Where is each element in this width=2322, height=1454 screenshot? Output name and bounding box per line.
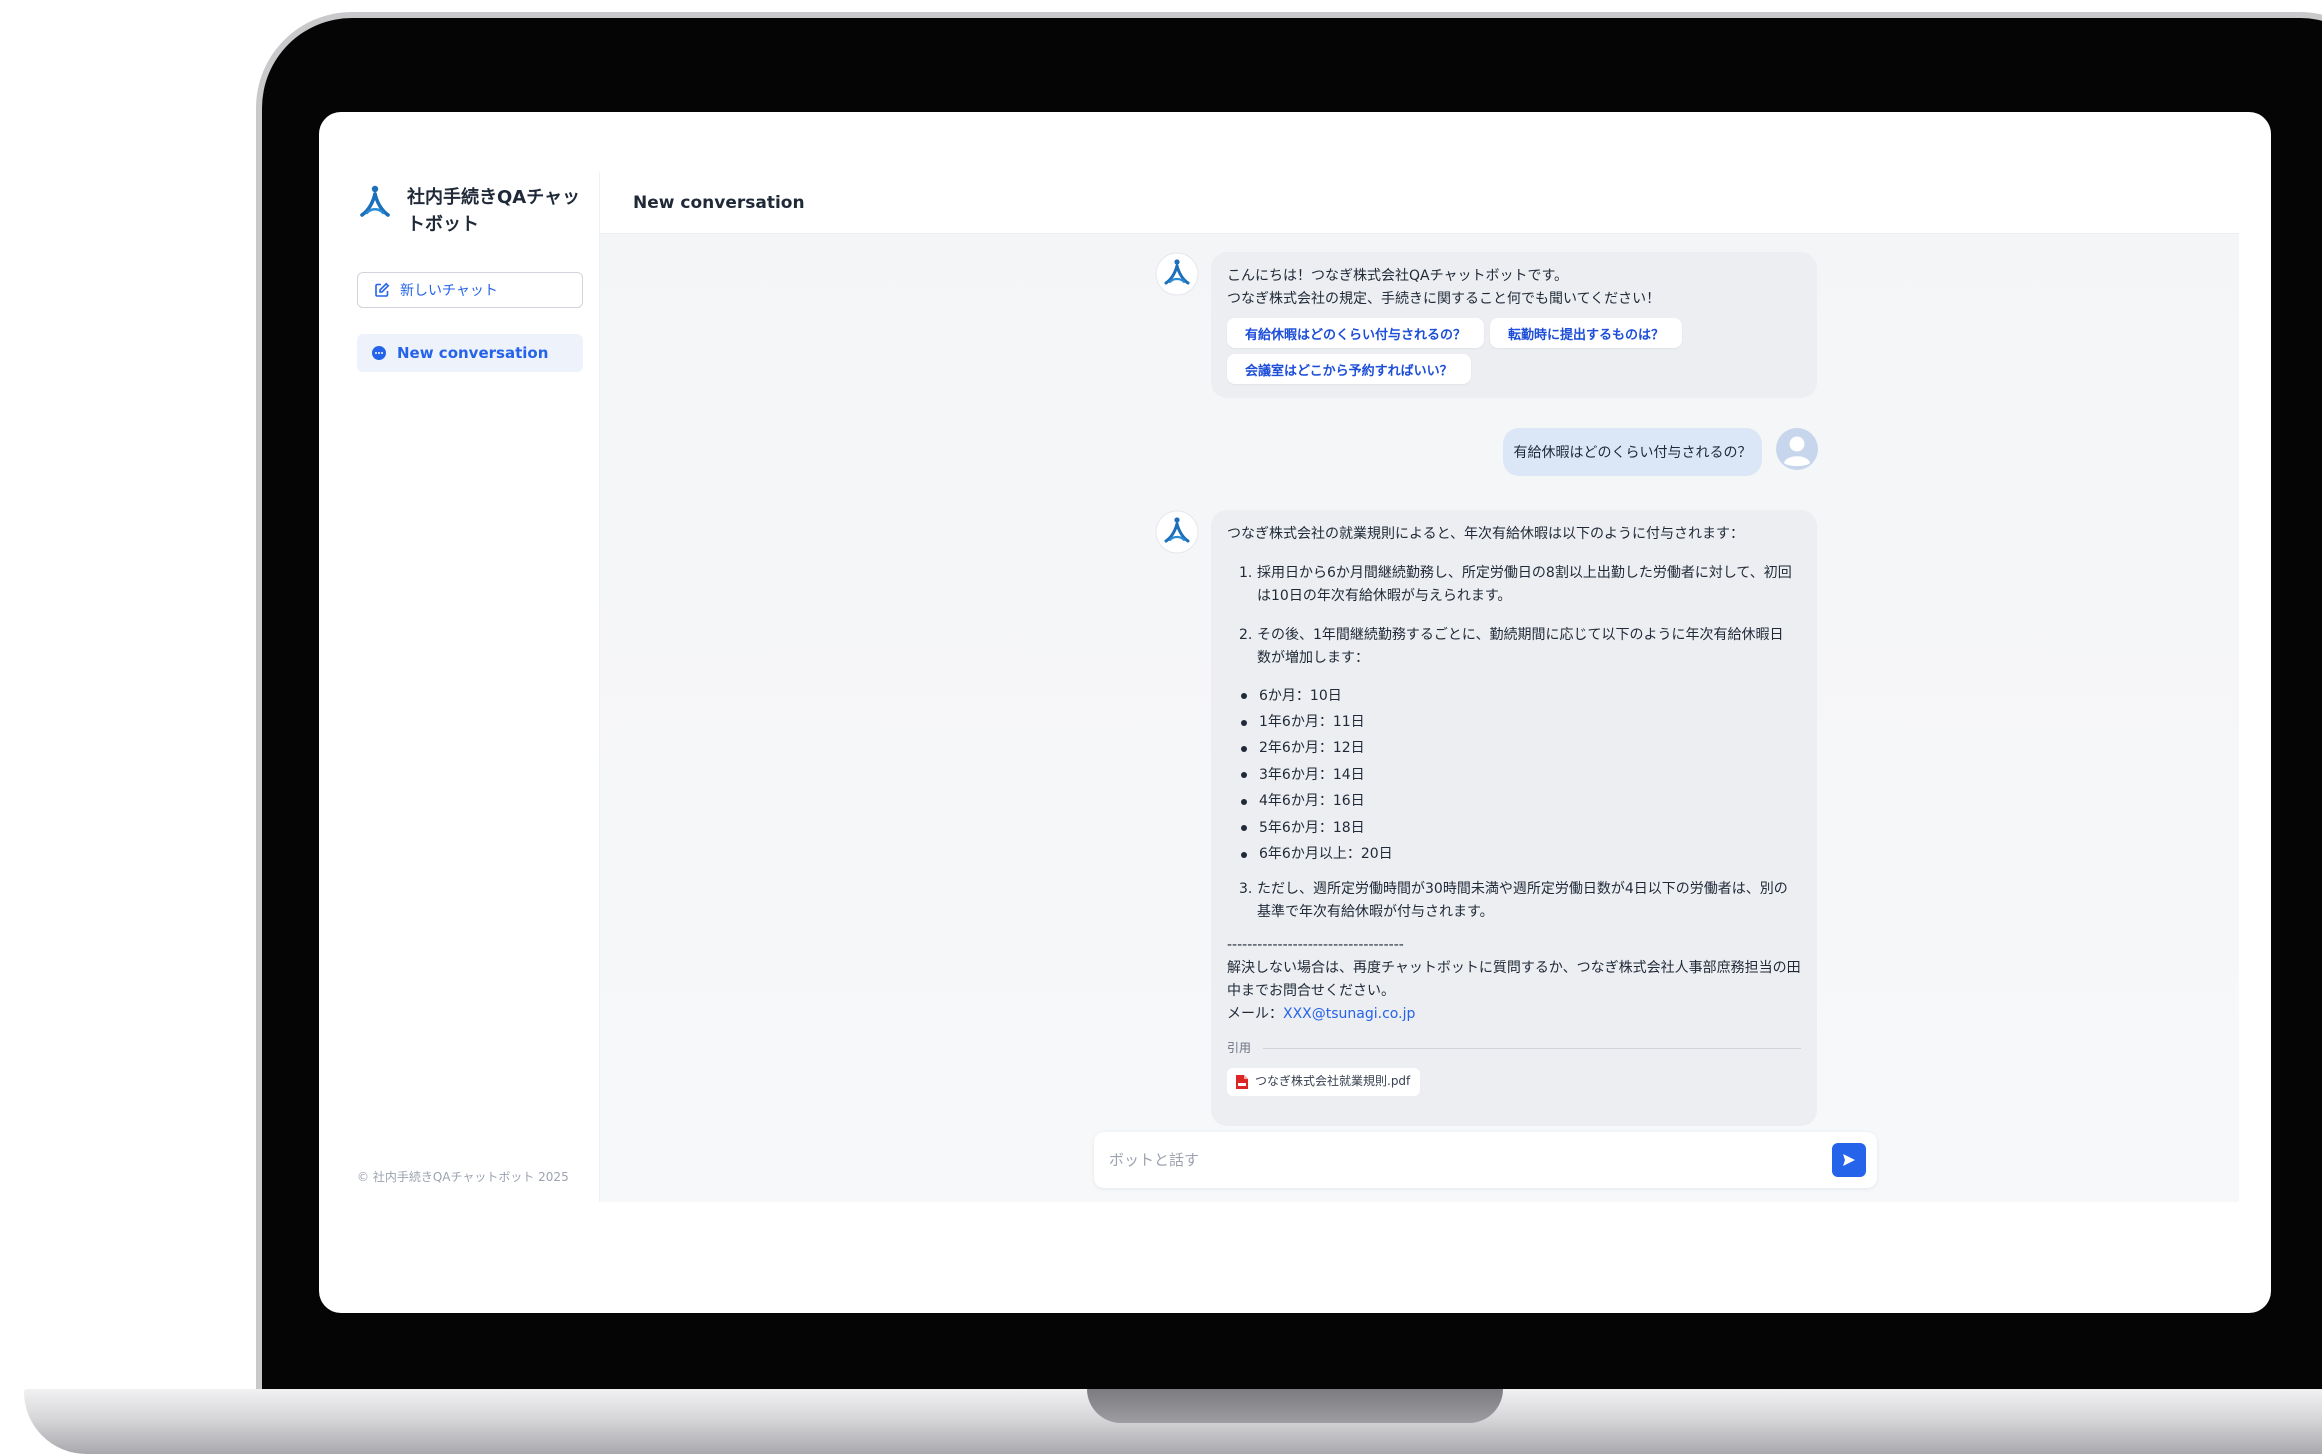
suggestion-chip-paid-leave[interactable]: 有給休暇はどのくらい付与されるの？ xyxy=(1227,318,1485,348)
list-item: 2年6か月：12日 xyxy=(1241,736,1801,762)
send-icon xyxy=(1843,1154,1855,1166)
list-text: その後、1年間継続勤務するごとに、勤続期間に応じて以下のように年次有給休暇日数が… xyxy=(1257,627,1784,666)
chat-app: 社内手続きQAチャットボット 新しいチャット New conversation … xyxy=(347,172,2239,1202)
divider-text: ----------------------------------- xyxy=(1227,936,1404,953)
mail-label: メール： xyxy=(1227,1005,1283,1022)
copyright-text: © 社内手続きQAチャットボット 2025 xyxy=(357,1170,569,1184)
bot-greeting-message: こんにちは！つなぎ株式会社QAチャットボットです。 つなぎ株式会社の規定、手続き… xyxy=(1211,252,1817,398)
mail-link[interactable]: XXX@tsunagi.co.jp xyxy=(1283,1006,1415,1022)
list-text: ただし、週所定労働時間が30時間未満や週所定労働日数が4日以下の労働者は、別の基… xyxy=(1257,880,1788,920)
list-number: 1. xyxy=(1239,565,1253,581)
bot-avatar-icon xyxy=(1155,510,1199,554)
answer-list-item: 2. その後、1年間継続勤務するごとに、勤続期間に応じて以下のように年次有給休暇… xyxy=(1239,624,1801,670)
answer-list-item: 3. ただし、週所定労働時間が30時間未満や週所定労働日数が4日以下の労働者は、… xyxy=(1239,878,1801,924)
leave-days-list: 6か月：10日 1年6か月：11日 2年6か月：12日 3年6か月：14日 4年… xyxy=(1227,683,1801,868)
chat-bubble-icon xyxy=(372,346,386,360)
sidebar-item-conversation[interactable]: New conversation xyxy=(357,334,583,372)
suggestion-chip-meeting-room[interactable]: 会議室はどこから予約すればいい？ xyxy=(1227,354,1471,384)
answer-intro: つなぎ株式会社の就業規則によると、年次有給休暇は以下のように付与されます： xyxy=(1227,526,1745,542)
laptop-notch xyxy=(1087,1389,1503,1423)
tsunagi-logo-icon xyxy=(360,185,390,217)
list-number: 2. xyxy=(1239,627,1253,643)
citation-label: 引用 xyxy=(1227,1040,1252,1055)
suggestion-list: 有給休暇はどのくらい付与されるの？ 転勤時に提出するものは？ 会議室はどこから予… xyxy=(1227,318,1707,384)
sidebar: 社内手続きQAチャットボット 新しいチャット New conversation … xyxy=(347,172,600,1202)
bot-answer-message: つなぎ株式会社の就業規則によると、年次有給休暇は以下のように付与されます： 1.… xyxy=(1211,510,1817,1126)
list-number: 3. xyxy=(1239,880,1253,897)
greeting-line-2: つなぎ株式会社の規定、手続きに関すること何でも聞いてください！ xyxy=(1227,291,1661,307)
user-avatar-icon xyxy=(1776,428,1818,470)
user-message: 有給休暇はどのくらい付与されるの？ xyxy=(1503,428,1762,476)
list-item: 4年6か月：16日 xyxy=(1241,789,1801,815)
brand-title: 社内手続きQAチャットボット xyxy=(407,187,581,235)
suggestion-chip-transfer[interactable]: 転勤時に提出するものは？ xyxy=(1490,318,1683,348)
message-composer xyxy=(1094,1132,1877,1188)
chat-main: New conversation こんにちは！つなぎ株式会社QAチャットボットで… xyxy=(600,172,2239,1202)
edit-icon xyxy=(375,282,390,297)
contact-mail: メール：XXX@tsunagi.co.jp xyxy=(1227,1003,1801,1026)
list-item: 6か月：10日 xyxy=(1241,683,1801,709)
list-item: 5年6か月：18日 xyxy=(1241,815,1801,841)
list-item: 1年6か月：11日 xyxy=(1241,709,1801,735)
brand[interactable]: 社内手続きQAチャットボット xyxy=(357,184,597,238)
laptop-screen: 社内手続きQAチャットボット 新しいチャット New conversation … xyxy=(319,112,2271,1313)
answer-list-item: 1. 採用日から6か月間継続勤務し、所定労働日の8割以上出勤した労働者に対して、… xyxy=(1239,562,1801,608)
conversation-label: New conversation xyxy=(397,344,549,362)
citation-file-name: つなぎ株式会社就業規則.pdf xyxy=(1255,1074,1411,1089)
send-button[interactable] xyxy=(1832,1143,1866,1177)
greeting-line-1: こんにちは！つなぎ株式会社QAチャットボットです。 xyxy=(1227,268,1569,284)
citation-file-link[interactable]: つなぎ株式会社就業規則.pdf xyxy=(1227,1067,1421,1096)
citation-header: 引用 xyxy=(1227,1037,1801,1060)
conversation-title: New conversation xyxy=(600,172,2239,234)
new-chat-label: 新しいチャット xyxy=(400,283,498,299)
pdf-file-icon xyxy=(1236,1074,1248,1089)
bot-avatar-icon xyxy=(1155,252,1199,296)
answer-footer: 解決しない場合は、再度チャットボットに質問するか、つなぎ株式会社人事部庶務担当の… xyxy=(1227,959,1801,999)
new-chat-button[interactable]: 新しいチャット xyxy=(357,272,583,308)
message-input[interactable] xyxy=(1109,1151,1829,1169)
list-text: 採用日から6か月間継続勤務し、所定労働日の8割以上出勤した労働者に対して、初回は… xyxy=(1257,565,1792,604)
list-item: 3年6か月：14日 xyxy=(1241,762,1801,788)
list-item: 6年6か月以上：20日 xyxy=(1241,841,1801,867)
